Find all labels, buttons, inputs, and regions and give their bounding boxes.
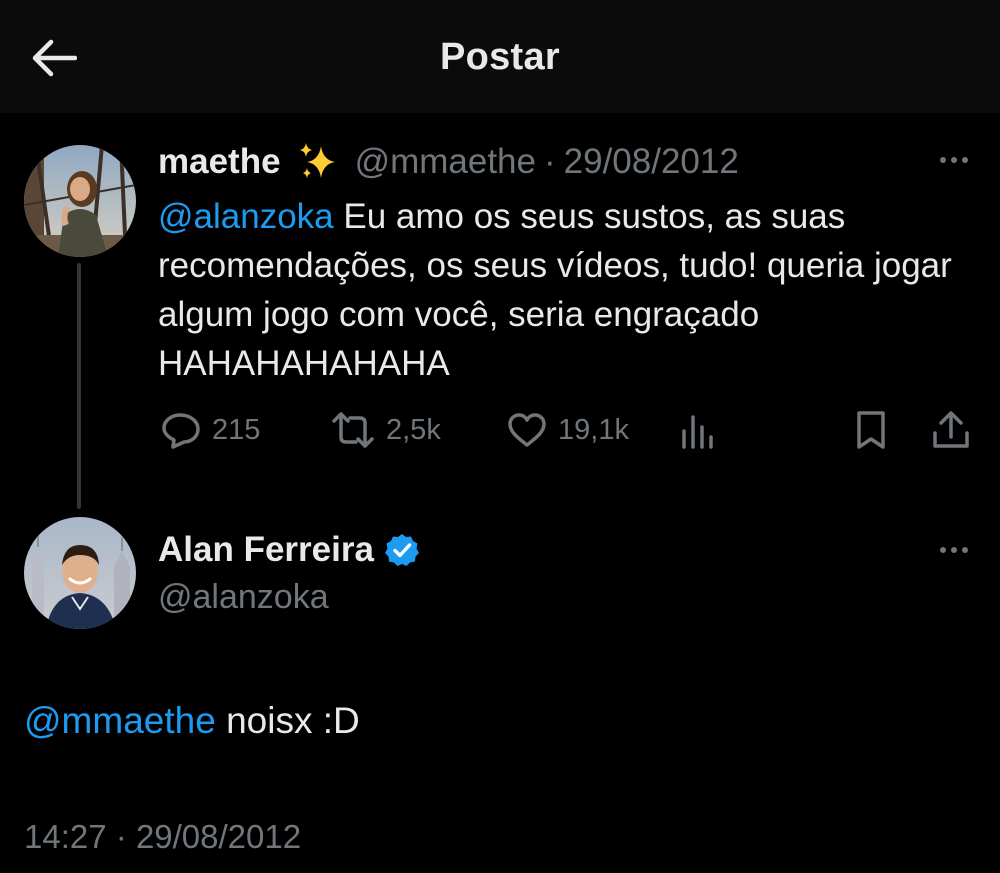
top-bar: Postar — [0, 0, 1000, 113]
reply-handle[interactable]: @alanzoka — [158, 578, 329, 617]
repost-button[interactable]: 2,5k — [330, 408, 441, 452]
like-count: 19,1k — [558, 413, 629, 446]
bookmark-icon — [857, 411, 885, 449]
post-text: @alanzoka Eu amo os seus sustos, as suas… — [158, 192, 958, 388]
views-button[interactable] — [678, 408, 718, 452]
sparkles-icon — [297, 140, 341, 184]
avatar-photo — [24, 145, 136, 257]
author-handle[interactable]: @mmaethe — [355, 142, 536, 182]
mention-link[interactable]: @mmaethe — [24, 700, 216, 741]
mention-link[interactable]: @alanzoka — [158, 197, 334, 236]
reply-button[interactable]: 215 — [160, 408, 260, 452]
post-time: 14:27 — [24, 818, 107, 855]
like-button[interactable]: 19,1k — [506, 408, 629, 452]
avatar-maethe[interactable] — [24, 145, 136, 257]
post-timestamp[interactable]: 14:27 · 29/08/2012 — [24, 818, 301, 856]
separator-dot: · — [544, 142, 556, 181]
reply-icon — [162, 413, 200, 449]
repost-icon — [332, 412, 374, 448]
more-options-button[interactable] — [932, 148, 976, 172]
more-options-button[interactable] — [932, 538, 976, 562]
author-display-name[interactable]: maethe — [158, 142, 281, 182]
verified-badge-icon[interactable] — [384, 532, 420, 568]
separator-dot: · — [115, 818, 127, 855]
avatar-alan-ferreira[interactable] — [24, 517, 136, 629]
repost-count: 2,5k — [386, 413, 441, 446]
bookmark-button[interactable] — [852, 408, 890, 452]
reply-author-line: Alan Ferreira — [158, 530, 420, 570]
reply-count: 215 — [212, 413, 261, 446]
heart-icon — [508, 413, 546, 447]
share-icon — [933, 411, 969, 448]
post-date: 29/08/2012 — [135, 818, 302, 855]
post-date[interactable]: 29/08/2012 — [564, 142, 739, 182]
analytics-icon — [682, 415, 713, 449]
avatar-photo — [24, 517, 136, 629]
reply-display-name[interactable]: Alan Ferreira — [158, 530, 374, 570]
thread-connector — [77, 263, 81, 509]
share-button[interactable] — [930, 408, 972, 452]
page-title: Postar — [439, 36, 561, 78]
post-author-line: maethe @mmaethe · 29/08/2012 — [158, 140, 739, 184]
reply-body: noisx :D — [215, 700, 360, 741]
reply-text: @mmaethe noisx :D — [24, 700, 360, 742]
action-bar: 215 2,5k 19,1k — [0, 408, 1000, 452]
